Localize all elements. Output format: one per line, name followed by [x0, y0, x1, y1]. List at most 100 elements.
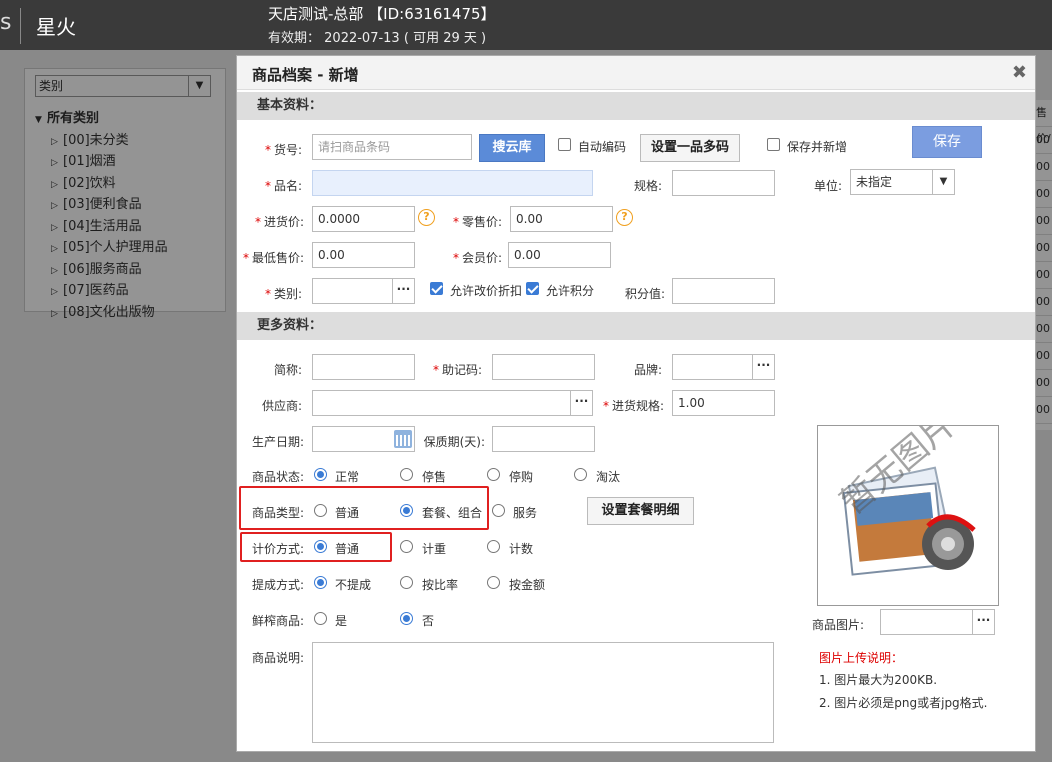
cost-label: * 进货价:	[254, 215, 304, 229]
desc-label: 商品说明:	[251, 651, 304, 665]
pricing-label: 计价方式:	[251, 542, 304, 556]
pricing-option: 计重	[422, 542, 447, 556]
status-option: 正常	[335, 470, 360, 484]
combo-detail-button[interactable]: 设置套餐明细	[587, 497, 694, 525]
allow-points-checkbox[interactable]	[526, 282, 539, 295]
retail-input[interactable]: 0.00	[510, 206, 613, 232]
upload-note: 2. 图片必须是png或者jpg格式.	[819, 696, 988, 710]
brand-input[interactable]: ···	[672, 354, 775, 380]
fresh-option: 是	[335, 614, 348, 628]
type-radio-service[interactable]	[492, 504, 505, 517]
header-edge-glyph: s	[0, 10, 12, 35]
fresh-radio-no[interactable]	[400, 612, 413, 625]
pricing-radio-count[interactable]	[487, 540, 500, 553]
image-label: 商品图片:	[812, 618, 865, 632]
save-and-new-label: 保存并新增	[787, 140, 848, 154]
help-icon[interactable]: ?	[616, 209, 633, 226]
help-icon[interactable]: ?	[418, 209, 435, 226]
type-label: 商品类型:	[251, 506, 304, 520]
type-option: 套餐、组合	[422, 506, 483, 520]
type-radio-combo[interactable]	[400, 504, 413, 517]
purchase-spec-label: * 进货规格:	[602, 399, 664, 413]
fresh-label: 鲜榨商品:	[251, 614, 304, 628]
status-radio-retired[interactable]	[574, 468, 587, 481]
status-option: 停购	[509, 470, 534, 484]
section-more: 更多资料：	[237, 312, 1035, 340]
fresh-radio-yes[interactable]	[314, 612, 327, 625]
app-name: 星火	[36, 15, 76, 39]
supplier-label: 供应商:	[261, 399, 302, 413]
dialog-title: 商品档案 - 新增	[252, 66, 359, 84]
product-image-placeholder: 暂无图片	[817, 425, 999, 606]
spec-input[interactable]	[672, 170, 775, 196]
status-radio-normal[interactable]	[314, 468, 327, 481]
points-label: 积分值:	[624, 287, 665, 301]
status-option: 淘汰	[596, 470, 621, 484]
type-radio-normal[interactable]	[314, 504, 327, 517]
calendar-icon[interactable]	[394, 430, 412, 448]
store-title: 天店测试-总部 【ID:63161475】	[268, 5, 496, 23]
image-input[interactable]: ···	[880, 609, 995, 635]
auto-code-checkbox[interactable]	[558, 138, 571, 151]
min-price-input[interactable]: 0.00	[312, 242, 415, 268]
commission-radio-none[interactable]	[314, 576, 327, 589]
status-label: 商品状态:	[251, 470, 304, 484]
shelf-life-input[interactable]	[492, 426, 595, 452]
points-input[interactable]	[672, 278, 775, 304]
cost-input[interactable]: 0.0000	[312, 206, 415, 232]
mnemonic-label: * 助记码:	[432, 363, 482, 377]
upload-note: 1. 图片最大为200KB.	[819, 673, 938, 687]
more-icon[interactable]: ···	[570, 391, 592, 415]
close-icon[interactable]: ✖	[1012, 62, 1027, 83]
validity-info: 有效期： 2022-07-13 ( 可用 29 天 )	[268, 31, 487, 46]
abbr-input[interactable]	[312, 354, 415, 380]
pricing-option: 普通	[335, 542, 360, 556]
unit-select[interactable]: 未指定 ▼	[850, 169, 955, 195]
commission-radio-ratio[interactable]	[400, 576, 413, 589]
pricing-radio-weight[interactable]	[400, 540, 413, 553]
upload-title: 图片上传说明：	[819, 651, 904, 665]
retail-label: * 零售价:	[452, 215, 502, 229]
sku-input[interactable]: 请扫商品条码	[312, 134, 472, 160]
commission-option: 按比率	[422, 578, 459, 592]
product-dialog: 商品档案 - 新增 ✖ 基本资料： * 货号: 请扫商品条码 搜云库 自动编码 设…	[236, 55, 1036, 752]
more-icon[interactable]: ···	[752, 355, 774, 379]
section-basic: 基本资料：	[237, 92, 1035, 120]
status-option: 停售	[422, 470, 447, 484]
chevron-down-icon: ▼	[932, 170, 954, 194]
multi-code-button[interactable]: 设置一品多码	[640, 134, 740, 162]
supplier-input[interactable]: ···	[312, 390, 593, 416]
name-label: * 品名:	[264, 179, 302, 193]
dialog-titlebar: 商品档案 - 新增 ✖	[237, 56, 1035, 90]
member-price-input[interactable]: 0.00	[508, 242, 611, 268]
member-price-label: * 会员价:	[452, 251, 502, 265]
type-option: 普通	[335, 506, 360, 520]
save-and-new-checkbox[interactable]	[767, 138, 780, 151]
purchase-spec-input[interactable]: 1.00	[672, 390, 775, 416]
pricing-option: 计数	[509, 542, 534, 556]
name-input[interactable]	[312, 170, 593, 196]
commission-option: 按金额	[509, 578, 546, 592]
pricing-radio-normal[interactable]	[314, 540, 327, 553]
abbr-label: 简称:	[273, 363, 302, 377]
more-icon[interactable]: ···	[392, 279, 414, 303]
more-icon[interactable]: ···	[972, 610, 994, 634]
commission-radio-amount[interactable]	[487, 576, 500, 589]
category-label: * 类别:	[264, 287, 302, 301]
status-radio-stop-sale[interactable]	[400, 468, 413, 481]
commission-label: 提成方式:	[251, 578, 304, 592]
desc-textarea[interactable]	[312, 642, 774, 743]
mnemonic-input[interactable]	[492, 354, 595, 380]
spec-label: 规格:	[633, 179, 662, 193]
min-price-label: * 最低售价:	[242, 251, 304, 265]
category-input[interactable]: ···	[312, 278, 415, 304]
allow-discount-checkbox[interactable]	[430, 282, 443, 295]
auto-code-label: 自动编码	[578, 140, 627, 154]
prod-date-label: 生产日期:	[251, 435, 304, 449]
save-button[interactable]: 保存	[912, 126, 982, 158]
search-cloud-button[interactable]: 搜云库	[479, 134, 545, 162]
shelf-life-label: 保质期(天):	[423, 435, 485, 449]
prod-date-input[interactable]	[312, 426, 415, 452]
sku-label: * 货号:	[264, 143, 302, 157]
status-radio-stop-purchase[interactable]	[487, 468, 500, 481]
